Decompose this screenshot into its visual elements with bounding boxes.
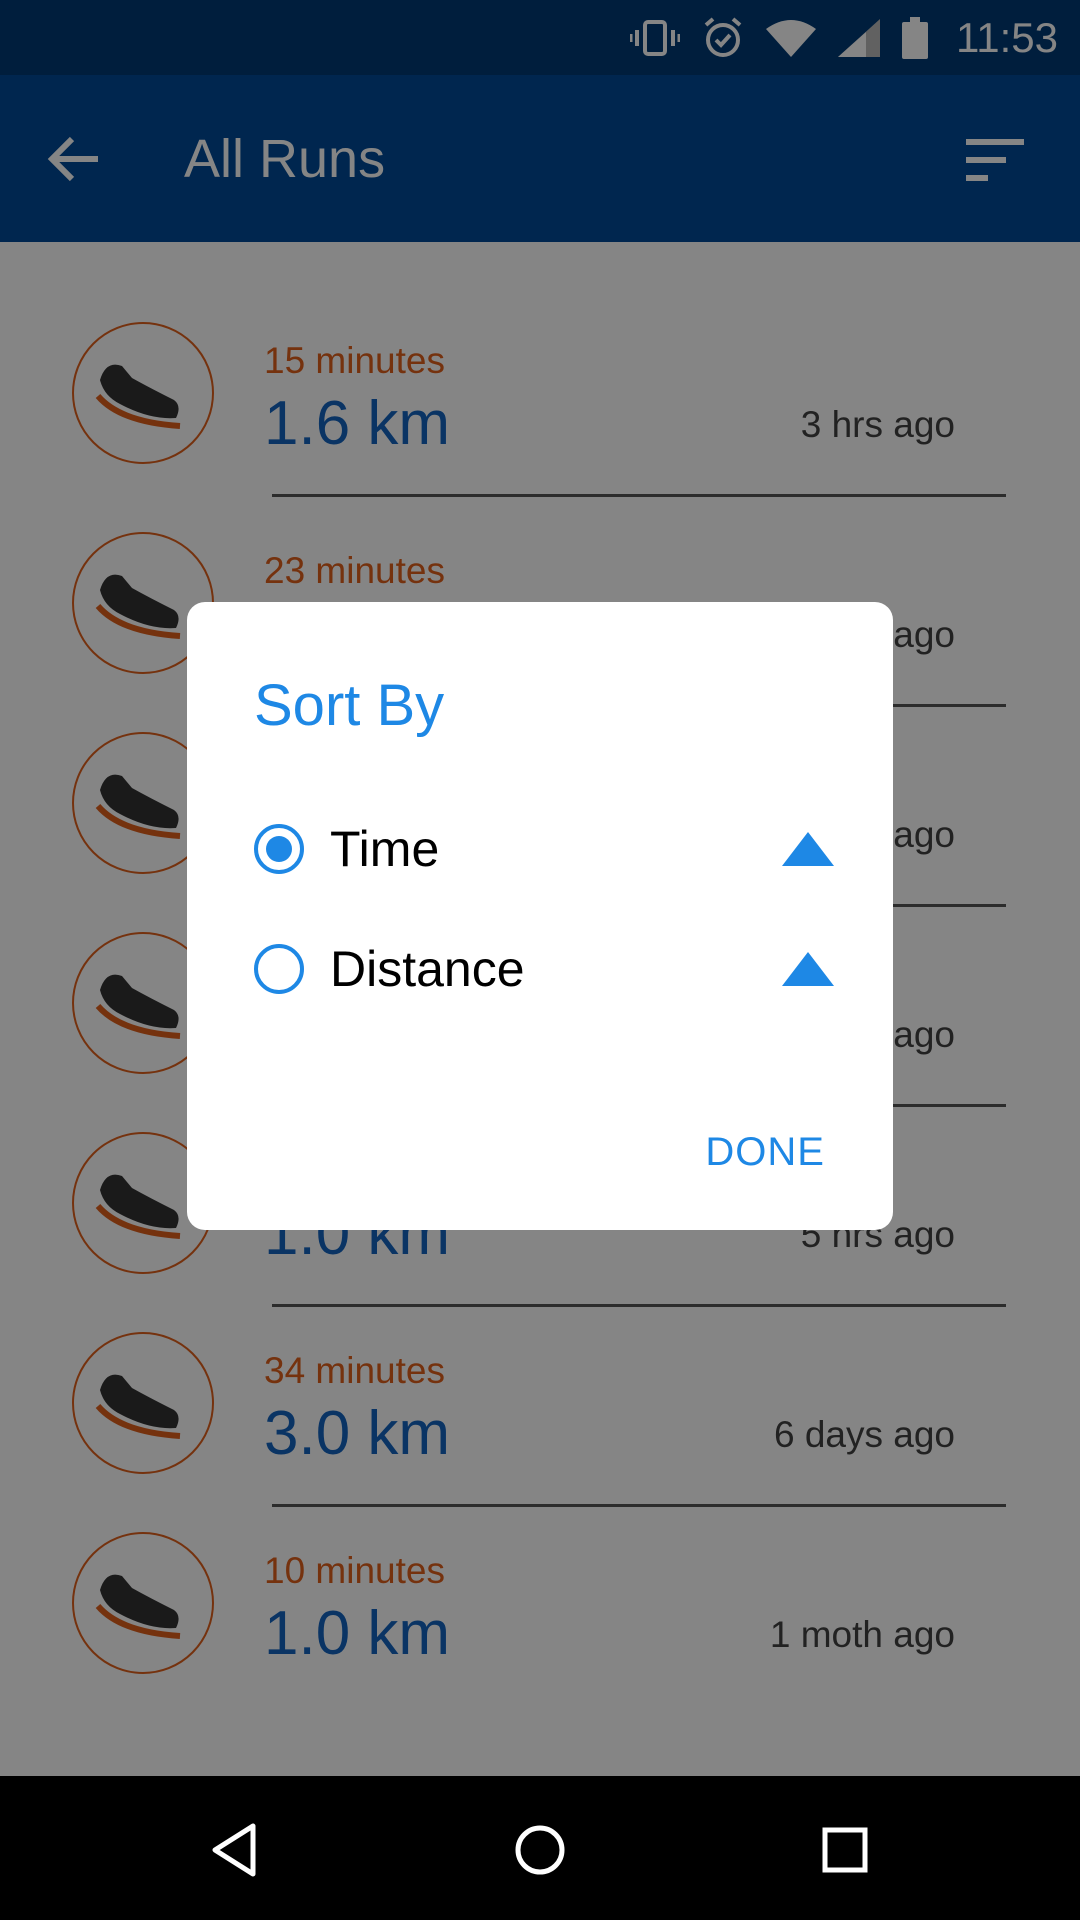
sort-option-distance[interactable]: Distance — [254, 932, 834, 1012]
dialog-title: Sort By — [254, 673, 445, 738]
navigation-bar — [0, 1776, 1080, 1920]
home-circle-icon[interactable] — [510, 1820, 570, 1880]
radio-button[interactable] — [254, 944, 304, 994]
sort-option-time[interactable]: Time — [254, 812, 834, 892]
sort-option-label: Time — [330, 821, 440, 877]
triangle-up-icon[interactable] — [782, 952, 834, 986]
sort-option-label: Distance — [330, 941, 525, 997]
recents-square-icon[interactable] — [815, 1820, 875, 1880]
triangle-up-icon[interactable] — [782, 832, 834, 866]
back-triangle-icon[interactable] — [205, 1820, 265, 1880]
radio-button-selected[interactable] — [254, 824, 304, 874]
done-button[interactable]: DONE — [705, 1130, 825, 1175]
sort-dialog: Sort By Time Distance DONE — [187, 602, 893, 1230]
